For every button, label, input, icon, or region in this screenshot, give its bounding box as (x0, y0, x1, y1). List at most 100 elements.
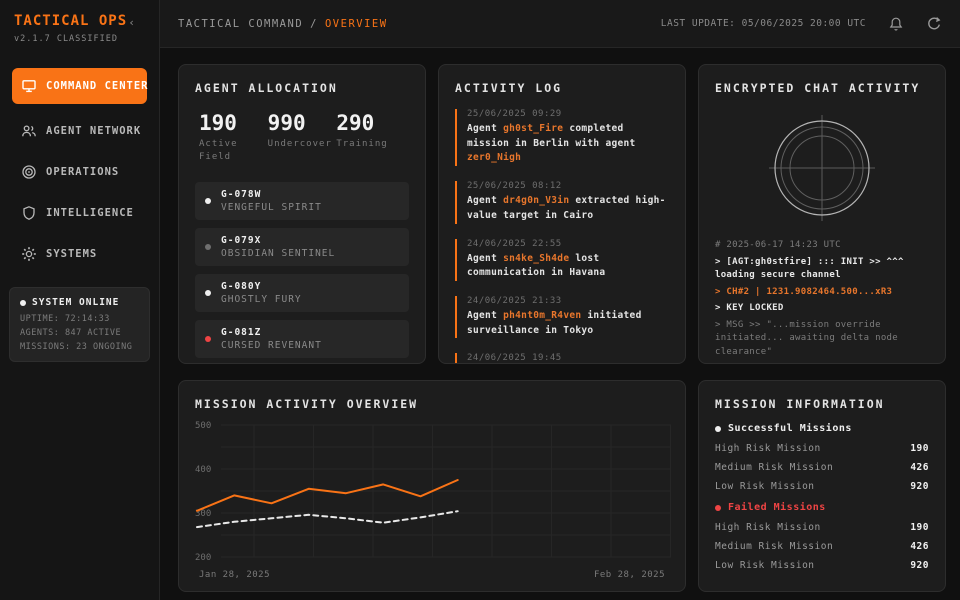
terminal-line: > [AGT:gh0stfire] ::: INIT >> ^^^ loadin… (715, 256, 929, 283)
sidebar-collapse-icon[interactable]: ‹ (128, 16, 135, 29)
log-entry: 24/06/2025 21:33Agent ph4nt0m_R4ven init… (455, 296, 669, 338)
agent-row[interactable]: G-081ZCURSED REVENANT (195, 320, 409, 358)
mission-group-title: Failed Missions (728, 502, 826, 513)
mission-row: High Risk Mission190 (715, 443, 929, 454)
agent-code: G-080Y (221, 281, 302, 292)
mission-value: 426 (910, 541, 929, 552)
mission-activity-chart: 200300400500 (195, 419, 671, 569)
sidebar-item-operations[interactable]: OPERATIONS (12, 158, 147, 186)
allocation-stat: 290Training (336, 111, 405, 164)
log-entry: 24/06/2025 19:45 (455, 353, 669, 363)
mission-label: Medium Risk Mission (715, 541, 833, 552)
agent-ids: G-080YGHOSTLY FURY (221, 281, 302, 305)
sidebar-nav: COMMAND CENTER AGENT NETWORK OPERATIONS INT… (0, 68, 159, 268)
log-text-segment: Agent (467, 195, 503, 206)
mission-row: Medium Risk Mission426 (715, 462, 929, 473)
mission-activity-panel: MISSION ACTIVITY OVERVIEW 200300400500 J… (178, 380, 686, 592)
mission-groups: Successful MissionsHigh Risk Mission190M… (715, 423, 929, 571)
mission-label: Low Risk Mission (715, 560, 815, 571)
stat-label: Undercover (268, 138, 337, 151)
agent-ids: G-078WVENGEFUL SPIRIT (221, 189, 322, 213)
system-status-lines: UPTIME: 72:14:33 AGENTS: 847 ACTIVE MISS… (20, 314, 139, 352)
agent-list: G-078WVENGEFUL SPIRIT G-079XOBSIDIAN SENT… (195, 182, 409, 358)
log-text-segment: Agent (467, 253, 503, 264)
panel-title: MISSION ACTIVITY OVERVIEW (195, 397, 669, 411)
chart-x-axis-labels: Jan 28, 2025 Feb 28, 2025 (195, 570, 669, 580)
agent-row[interactable]: G-080YGHOSTLY FURY (195, 274, 409, 312)
agent-name: gh0st_Fire (503, 123, 563, 134)
sidebar-item-label: COMMAND CENTER (46, 80, 149, 92)
allocation-stat: 990 Undercover (268, 111, 337, 164)
breadcrumb-separator: / (310, 18, 318, 30)
agent-status-dot (205, 244, 211, 250)
terminal-line: # 2025-06-17 14:23 UTC (715, 239, 929, 253)
mission-group-dot (715, 505, 721, 511)
breadcrumb: TACTICAL COMMAND / OVERVIEW (178, 18, 388, 30)
panel-title: ENCRYPTED CHAT ACTIVITY (715, 81, 929, 95)
radar-icon (757, 103, 887, 233)
mission-value: 920 (910, 560, 929, 571)
mission-group-title: Successful Missions (728, 423, 852, 434)
sidebar: TACTICAL OPS ‹ v2.1.7 CLASSIFIED COMMAND… (0, 0, 160, 600)
sidebar-item-systems[interactable]: SYSTEMS (12, 240, 147, 268)
bell-icon[interactable] (888, 16, 904, 32)
x-axis-end-label: Feb 28, 2025 (594, 570, 665, 580)
log-message: Agent dr4g0n_V3in extracted high-value t… (467, 194, 669, 223)
app-title: TACTICAL OPS (14, 13, 147, 29)
log-timestamp: 24/06/2025 22:55 (467, 239, 669, 249)
panel-title: AGENT ALLOCATION (195, 81, 409, 95)
panel-title: MISSION INFORMATION (715, 397, 929, 411)
agent-name: zer0_Nigh (467, 152, 521, 163)
tactical-ops-dashboard: TACTICAL OPS ‹ v2.1.7 CLASSIFIED COMMAND… (0, 0, 960, 600)
agent-row[interactable]: G-079XOBSIDIAN SENTINEL (195, 228, 409, 266)
mission-row: Low Risk Mission920 (715, 481, 929, 492)
sidebar-item-label: SYSTEMS (46, 248, 97, 260)
agent-name: ph4nt0m_R4ven (503, 310, 581, 321)
stat-value: 290 (336, 111, 405, 135)
panel-title: ACTIVITY LOG (455, 81, 669, 95)
allocation-stats: 190Active Field990 Undercover290Training (195, 111, 409, 164)
shield-icon (21, 205, 37, 221)
app-version: v2.1.7 CLASSIFIED (14, 34, 147, 44)
log-entries: 25/06/2025 09:29 Agent gh0st_Fire complet… (455, 109, 669, 363)
mission-row: High Risk Mission190 (715, 522, 929, 533)
log-message: Agent gh0st_Fire completed mission in Be… (467, 122, 669, 166)
log-entry: 25/06/2025 09:29 Agent gh0st_Fire complet… (455, 109, 669, 166)
svg-text:500: 500 (195, 421, 211, 431)
main-content: AGENT ALLOCATION 190Active Field990 Under… (160, 48, 960, 600)
agent-row[interactable]: G-078WVENGEFUL SPIRIT (195, 182, 409, 220)
sidebar-item-label: OPERATIONS (46, 166, 119, 178)
log-text-segment: Agent (467, 123, 503, 134)
agent-status-dot (205, 290, 211, 296)
mission-group-dot (715, 426, 721, 432)
mission-label: Low Risk Mission (715, 481, 815, 492)
sidebar-item-intelligence[interactable]: INTELLIGENCE (12, 199, 147, 227)
log-message: Agent ph4nt0m_R4ven initiated surveillan… (467, 309, 669, 338)
brand: TACTICAL OPS ‹ v2.1.7 CLASSIFIED (0, 0, 159, 44)
uptime-line: UPTIME: 72:14:33 (20, 314, 139, 324)
sidebar-item-agent-network[interactable]: AGENT NETWORK (12, 117, 147, 145)
stat-value: 990 (268, 111, 337, 135)
sidebar-item-label: INTELLIGENCE (46, 207, 134, 219)
breadcrumb-root[interactable]: TACTICAL COMMAND (178, 18, 303, 30)
target-icon (21, 164, 37, 180)
topbar-actions: LAST UPDATE: 05/06/2025 20:00 UTC (661, 16, 942, 32)
mission-group-header: Failed Missions (715, 502, 929, 513)
mission-value: 190 (910, 522, 929, 533)
terminal-line: > CH#2 | 1231.9082464.500...xR3 (715, 286, 929, 300)
allocation-stat: 190Active Field (199, 111, 268, 164)
series-successful-missions (197, 480, 458, 511)
terminal-line: > MSG >> "...mission override initiated.… (715, 319, 929, 360)
sidebar-item-command-center[interactable]: COMMAND CENTER (12, 68, 147, 104)
log-timestamp: 25/06/2025 09:29 (467, 109, 669, 119)
agent-codename: CURSED REVENANT (221, 340, 322, 351)
mission-label: Medium Risk Mission (715, 462, 833, 473)
log-text-segment: Agent (467, 310, 503, 321)
terminal-line: > KEY LOCKED (715, 302, 929, 316)
svg-text:200: 200 (195, 553, 211, 563)
system-status-title: SYSTEM ONLINE (32, 297, 119, 308)
refresh-icon[interactable] (926, 16, 942, 32)
svg-text:400: 400 (195, 465, 211, 475)
agent-code: G-078W (221, 189, 322, 200)
mission-label: High Risk Mission (715, 443, 821, 454)
